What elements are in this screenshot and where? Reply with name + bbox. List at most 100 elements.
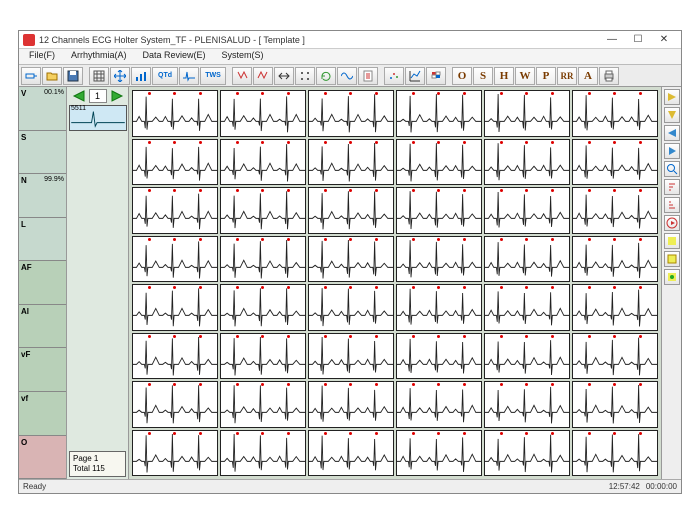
ecg-cell[interactable] [132,333,218,380]
ecg-cell[interactable] [132,187,218,234]
tool-zigzag1-icon[interactable] [232,67,252,85]
ecg-cell[interactable] [308,284,394,331]
ecg-cell[interactable] [484,236,570,283]
ecg-cell[interactable] [308,430,394,477]
arrow-down-icon[interactable] [664,107,680,123]
ecg-cell[interactable] [308,381,394,428]
ecg-cell[interactable] [132,90,218,137]
ecg-cell[interactable] [220,236,306,283]
ecg-cell[interactable] [132,139,218,186]
tool-letter-o[interactable]: O [452,67,472,85]
tool-grid-icon[interactable] [89,67,109,85]
prev-page-button[interactable] [70,89,88,103]
ecg-cell[interactable] [484,284,570,331]
tool-open-icon[interactable] [42,67,62,85]
ecg-cell[interactable] [572,236,658,283]
tool-zigzag2-icon[interactable] [253,67,273,85]
ecg-cell[interactable] [396,284,482,331]
ecg-cell[interactable] [396,381,482,428]
category-vf[interactable]: vf [19,392,66,436]
ecg-cell[interactable] [396,333,482,380]
ecg-cell[interactable] [396,236,482,283]
sort-asc-icon[interactable] [664,179,680,195]
arrow-left-icon[interactable] [664,125,680,141]
page-number-field[interactable]: 1 [89,89,107,103]
template-thumbnail[interactable]: 5511 [69,105,127,131]
category-n[interactable]: N99.9% [19,174,66,218]
category-s[interactable]: S [19,131,66,175]
ecg-cell[interactable] [572,381,658,428]
ecg-cell[interactable] [396,139,482,186]
ecg-cell[interactable] [308,139,394,186]
ecg-cell[interactable] [396,90,482,137]
zoom-icon[interactable] [664,161,680,177]
ecg-cell[interactable] [132,430,218,477]
ecg-cell[interactable] [132,284,218,331]
category-v[interactable]: V00.1% [19,87,66,131]
ecg-cell[interactable] [308,236,394,283]
tool-sine-icon[interactable] [337,67,357,85]
autoplay-icon[interactable] [664,215,680,231]
ecg-cell[interactable] [220,139,306,186]
tool-letter-w[interactable]: W [515,67,535,85]
marker-yellow-icon[interactable] [664,233,680,249]
tool-letter-a[interactable]: A [578,67,598,85]
menu-arrhythmia[interactable]: Arrhythmia(A) [63,49,135,64]
maximize-button[interactable]: ☐ [625,32,651,48]
ecg-cell[interactable] [484,381,570,428]
ecg-cell[interactable] [484,187,570,234]
menu-system[interactable]: System(S) [214,49,272,64]
tool-refresh-icon[interactable] [316,67,336,85]
ecg-cell[interactable] [308,90,394,137]
ecg-cell[interactable] [572,284,658,331]
tool-scatter-icon[interactable] [384,67,404,85]
next-page-button[interactable] [108,89,126,103]
ecg-cell[interactable] [396,430,482,477]
arrow-right-icon[interactable] [664,89,680,105]
ecg-cell[interactable] [220,187,306,234]
ecg-cell[interactable] [220,381,306,428]
menu-file[interactable]: File(F) [21,49,63,64]
ecg-cell[interactable] [484,333,570,380]
ecg-cell[interactable] [308,187,394,234]
category-o[interactable]: O [19,436,66,480]
tool-save-icon[interactable] [63,67,83,85]
ecg-cell[interactable] [132,236,218,283]
tool-move-icon[interactable] [110,67,130,85]
category-al[interactable]: Al [19,305,66,349]
ecg-cell[interactable] [572,333,658,380]
close-button[interactable]: ✕ [651,32,677,48]
ecg-cell[interactable] [308,333,394,380]
ecg-cell[interactable] [220,284,306,331]
ecg-cell[interactable] [484,139,570,186]
tool-qtd-button[interactable]: QTd [152,67,178,85]
tool-select-icon[interactable] [21,67,41,85]
tool-letter-s[interactable]: S [473,67,493,85]
tool-letter-h[interactable]: H [494,67,514,85]
tool-letter-p[interactable]: P [536,67,556,85]
tool-expand-icon[interactable] [274,67,294,85]
marker-green-icon[interactable] [664,269,680,285]
tool-chart-icon[interactable] [405,67,425,85]
tool-wave-icon[interactable] [179,67,199,85]
tool-flag-icon[interactable] [426,67,446,85]
tool-bars-icon[interactable] [131,67,151,85]
ecg-cell[interactable] [572,139,658,186]
tool-dots-icon[interactable] [295,67,315,85]
ecg-cell[interactable] [220,430,306,477]
ecg-cell[interactable] [572,90,658,137]
tool-letter-rr[interactable]: RR [557,67,577,85]
play-icon[interactable] [664,143,680,159]
minimize-button[interactable]: — [599,32,625,48]
category-l[interactable]: L [19,218,66,262]
sort-desc-icon[interactable] [664,197,680,213]
ecg-cell[interactable] [132,381,218,428]
category-af[interactable]: AF [19,261,66,305]
category-vf[interactable]: vF [19,348,66,392]
tool-print-icon[interactable] [599,67,619,85]
ecg-cell[interactable] [484,90,570,137]
ecg-cell[interactable] [572,187,658,234]
ecg-cell[interactable] [220,333,306,380]
ecg-cell[interactable] [220,90,306,137]
menu-datareview[interactable]: Data Review(E) [135,49,214,64]
